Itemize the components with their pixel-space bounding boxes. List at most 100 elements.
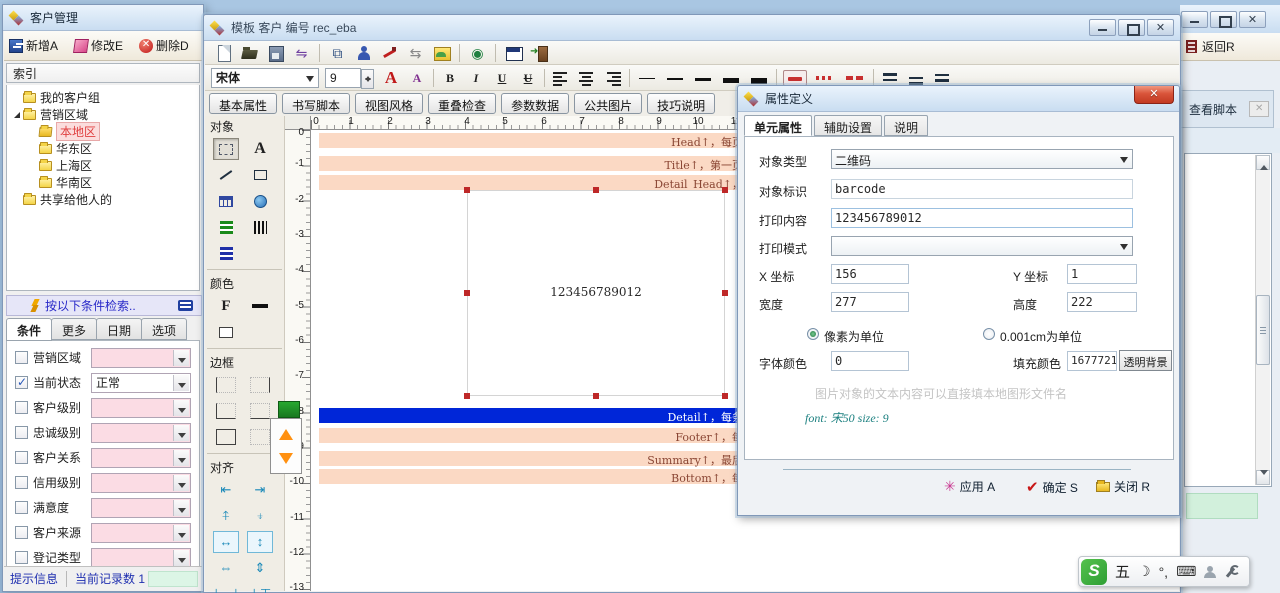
apply-button[interactable]: ✳ 应用 A	[944, 478, 995, 495]
checkbox[interactable]	[15, 426, 28, 439]
tab-condition[interactable]: 条件	[6, 318, 52, 341]
tab-param-data[interactable]: 参数数据	[501, 93, 569, 114]
image-tool-icon[interactable]	[247, 190, 273, 212]
matrix-tool-icon[interactable]	[213, 242, 239, 264]
tab-date[interactable]: 日期	[96, 318, 142, 340]
checkbox[interactable]	[15, 476, 28, 489]
select-tool-icon[interactable]	[213, 138, 239, 160]
line-width-4-icon[interactable]	[720, 69, 742, 87]
qrcode-tool-icon[interactable]	[213, 216, 239, 238]
tree-item-selected[interactable]: 本地区	[7, 123, 199, 140]
object-type-select[interactable]: 二维码	[831, 149, 1133, 169]
tab-overlap-check[interactable]: 重叠检查	[428, 93, 496, 114]
tab-view-style[interactable]: 视图风格	[355, 93, 423, 114]
spinner-icon[interactable]	[361, 69, 374, 89]
scroll-up-icon[interactable]	[1256, 155, 1270, 170]
checkbox[interactable]	[15, 351, 28, 364]
tab-script[interactable]: 书写脚本	[282, 93, 350, 114]
checkbox[interactable]	[15, 551, 28, 564]
space-horizontal-icon[interactable]: ⇔	[213, 557, 239, 579]
tree-item[interactable]: 我的客户组	[7, 89, 199, 106]
font-color-icon[interactable]: F	[213, 295, 239, 317]
border-bottom-left-icon[interactable]	[213, 400, 239, 422]
keyboard-icon[interactable]: ⌨	[1176, 563, 1196, 580]
border-right-icon[interactable]	[247, 374, 273, 396]
edit-button[interactable]: 修改E	[69, 35, 128, 56]
language-icon[interactable]: ◉	[469, 45, 486, 61]
selected-barcode-object[interactable]: 123456789012	[467, 190, 725, 396]
distribute-top-icon[interactable]	[880, 70, 900, 86]
tab-tips[interactable]: 技巧说明	[647, 93, 715, 114]
ok-button[interactable]: ✔ 确定 S	[1026, 478, 1078, 496]
return-button[interactable]: 返回R	[1202, 38, 1235, 55]
shrink-font-button[interactable]: A	[407, 68, 427, 88]
minimize-icon[interactable]	[1181, 11, 1208, 28]
scrollbar[interactable]	[1255, 155, 1270, 485]
same-width-icon[interactable]: ⊢⊣	[213, 583, 239, 593]
align-right-icon[interactable]	[603, 70, 623, 86]
line-style-solid-icon[interactable]	[783, 70, 807, 86]
line-style-dashed-icon[interactable]	[843, 70, 867, 86]
line-color-icon[interactable]	[247, 295, 273, 317]
maximize-icon[interactable]	[1118, 19, 1145, 36]
tab-description[interactable]: 说明	[884, 115, 928, 136]
checkbox[interactable]	[15, 501, 28, 514]
x-input[interactable]: 156	[831, 264, 909, 284]
font-size-input[interactable]: 9	[325, 68, 361, 88]
dialog-close-icon[interactable]	[1134, 86, 1174, 104]
grow-font-button[interactable]: A	[381, 68, 401, 88]
object-id-input[interactable]: barcode	[831, 179, 1133, 199]
checkbox[interactable]	[15, 451, 28, 464]
dropdown[interactable]	[91, 523, 191, 543]
unit-pixel-radio[interactable]	[807, 328, 819, 340]
distribute-middle-icon[interactable]	[932, 70, 952, 86]
tab-aux-settings[interactable]: 辅助设置	[814, 115, 882, 136]
align-left-edges-icon[interactable]: ⇤	[213, 479, 239, 501]
exit-icon[interactable]	[531, 45, 548, 61]
delete-button[interactable]: 删除D	[134, 35, 194, 56]
dropdown[interactable]	[91, 473, 191, 493]
moon-icon[interactable]: ☽	[1138, 563, 1151, 580]
picture-icon[interactable]	[433, 45, 450, 61]
band-marker[interactable]	[278, 401, 300, 418]
align-left-icon[interactable]	[551, 70, 571, 86]
strikethrough-button[interactable]: U	[518, 68, 538, 88]
move-down-icon[interactable]	[279, 453, 293, 471]
rect-tool-icon[interactable]	[247, 164, 273, 186]
resize-handle[interactable]	[593, 187, 599, 193]
center-horizontal-icon[interactable]: ↔	[213, 531, 239, 553]
close-button[interactable]: 关闭 R	[1096, 478, 1150, 495]
maximize-icon[interactable]	[1210, 11, 1237, 28]
script-text-area[interactable]	[1184, 153, 1272, 487]
tree-item[interactable]: 上海区	[7, 157, 199, 174]
resize-handle[interactable]	[464, 290, 470, 296]
transparent-bg-button[interactable]: 透明背景	[1119, 350, 1172, 371]
fill-color-icon[interactable]	[213, 321, 239, 343]
punctuation-icon[interactable]: °,	[1159, 564, 1169, 580]
add-button[interactable]: 新增A	[4, 35, 63, 56]
same-height-icon[interactable]: ⊥⊤	[247, 583, 273, 593]
checkbox[interactable]	[15, 401, 28, 414]
italic-button[interactable]: I	[466, 68, 486, 88]
open-icon[interactable]	[241, 45, 258, 61]
space-vertical-icon[interactable]: ⇕	[247, 557, 273, 579]
resize-handle[interactable]	[722, 187, 728, 193]
minimize-icon[interactable]	[1089, 19, 1116, 36]
text-tool-icon[interactable]: A	[247, 138, 273, 160]
tab-unit-props[interactable]: 单元属性	[744, 115, 812, 136]
copy-band-icon[interactable]: ⧉	[329, 45, 346, 61]
border-all-icon[interactable]	[213, 426, 239, 448]
person-icon[interactable]	[1204, 566, 1216, 578]
font-color-input[interactable]: 0	[831, 351, 909, 371]
pin-icon[interactable]	[178, 300, 193, 311]
scroll-down-icon[interactable]	[1256, 470, 1270, 485]
tab-basic-props[interactable]: 基本属性	[209, 93, 277, 114]
tree-item[interactable]: 营销区域	[7, 106, 199, 123]
band-size-icon[interactable]: ⇆	[407, 45, 424, 61]
dropdown[interactable]	[91, 448, 191, 468]
close-icon[interactable]	[1147, 19, 1174, 36]
dropdown[interactable]	[91, 398, 191, 418]
sogou-logo-icon[interactable]	[1081, 559, 1107, 585]
save-icon[interactable]	[267, 45, 284, 61]
barcode-tool-icon[interactable]	[247, 216, 273, 238]
